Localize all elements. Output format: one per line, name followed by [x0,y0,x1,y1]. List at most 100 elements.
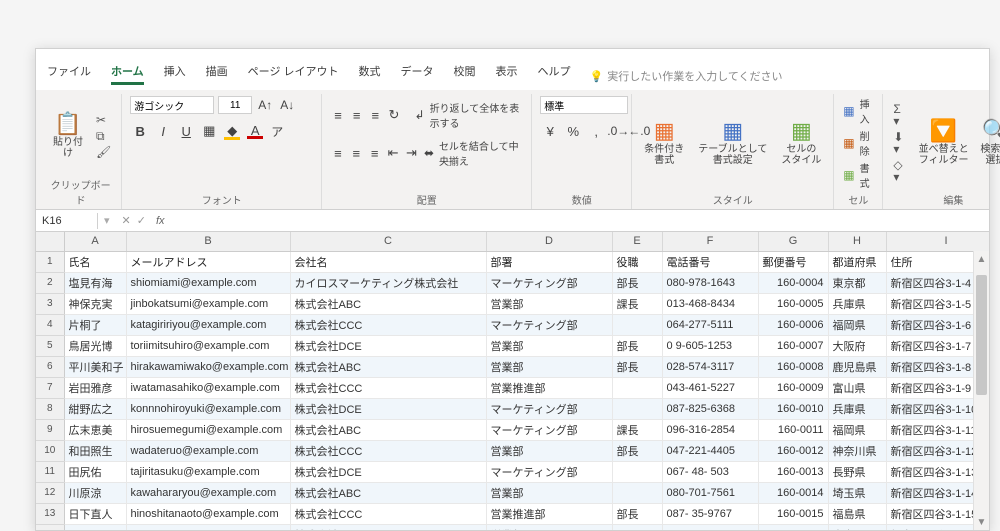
bold-button[interactable]: B [130,122,150,140]
decrease-indent-icon[interactable]: ⇤ [385,144,400,162]
cell[interactable]: 片桐了 [64,314,126,335]
cell[interactable]: hinoshitanaoto@example.com [126,503,290,524]
align-top-icon[interactable]: ≡ [330,106,346,124]
cell[interactable]: 広末恵美 [64,419,126,440]
fill-color-button[interactable]: ◆ [222,122,242,140]
copy-button[interactable]: ⧉ [94,129,113,143]
cell[interactable]: 043-461-5227 [662,377,758,398]
cell[interactable]: 株式会社ABC [290,419,486,440]
cell[interactable]: 電話番号 [662,251,758,272]
cell[interactable]: 営業部 [486,293,612,314]
cell[interactable]: hirosuemegumi@example.com [126,419,290,440]
cell[interactable] [612,482,662,503]
tab-data[interactable]: データ [398,59,437,90]
col-header-D[interactable]: D [486,232,612,251]
cell[interactable]: 課長 [612,293,662,314]
cell[interactable]: toriimitsuhiro@example.com [126,335,290,356]
cell[interactable]: 塩見有海 [64,272,126,293]
row-header[interactable]: 2 [36,272,64,293]
cell[interactable]: 160-0006 [758,314,828,335]
grid-area[interactable]: A B C D E F G H I J 1 氏名 メールアドレス 会社名 部署 … [36,232,989,530]
cell[interactable]: 0 9-605-1253 [662,335,758,356]
row-header[interactable]: 13 [36,503,64,524]
cell[interactable]: 067- 48- 503 [662,461,758,482]
cell[interactable]: 福島県 [828,503,886,524]
col-header-A[interactable]: A [64,232,126,251]
cell[interactable]: 株式会社DCE [290,524,486,530]
paste-button[interactable]: 📋 貼り付け [48,111,88,161]
row-header[interactable]: 14 [36,524,64,530]
cell[interactable]: 和田照生 [64,440,126,461]
cell[interactable]: 株式会社ABC [290,482,486,503]
cell[interactable] [612,398,662,419]
cell[interactable]: katagiririyou@example.com [126,314,290,335]
cell[interactable]: wadateruo@example.com [126,440,290,461]
cell[interactable]: 160-0011 [758,419,828,440]
cell[interactable]: ishidameibi@example.com [126,524,290,530]
cell[interactable]: 株式会社CCC [290,503,486,524]
format-cells-button[interactable]: 書式 [860,160,875,190]
cell[interactable]: 都道府県 [828,251,886,272]
name-box-chevron-icon[interactable]: ▾ [98,214,116,227]
cell[interactable]: 部長 [612,440,662,461]
row-header[interactable]: 12 [36,482,64,503]
cell[interactable]: 営業推進部 [486,377,612,398]
cell[interactable]: 160-0010 [758,398,828,419]
cell[interactable]: 株式会社DCE [290,398,486,419]
cell[interactable]: 160-0007 [758,335,828,356]
fx-icon[interactable]: fx [152,215,169,227]
italic-button[interactable]: I [153,122,173,140]
cell[interactable]: 課長 [612,419,662,440]
col-header-G[interactable]: G [758,232,828,251]
cell[interactable]: 石田明日 [64,524,126,530]
cell[interactable]: 160-0014 [758,482,828,503]
cell[interactable]: 160-0016 [758,524,828,530]
name-box[interactable] [36,213,98,229]
scrollbar-thumb[interactable] [976,275,987,395]
tab-review[interactable]: 校閲 [451,59,479,90]
cell[interactable]: マーケティング部 [486,272,612,293]
cell[interactable]: 部署 [486,251,612,272]
col-header-F[interactable]: F [662,232,758,251]
fill-button[interactable]: ⬇ ▾ [891,130,911,156]
scroll-up-icon[interactable]: ▲ [974,251,989,267]
decrease-font-icon[interactable]: A↓ [278,96,296,114]
align-middle-icon[interactable]: ≡ [349,106,365,124]
cell[interactable]: 川原涼 [64,482,126,503]
increase-font-icon[interactable]: A↑ [256,96,274,114]
cell[interactable]: 福岡県 [828,419,886,440]
cell[interactable]: 080-701-7561 [662,482,758,503]
cell[interactable]: 平川美和子 [64,356,126,377]
underline-button[interactable]: U [176,122,196,140]
tell-me-search[interactable]: 💡 実行したい作業を入力してください [588,64,785,90]
orientation-button[interactable]: ↻ [386,106,402,124]
number-format-select[interactable] [540,96,628,114]
tab-home[interactable]: ホーム [108,59,147,90]
increase-decimal-icon[interactable]: .0→ [609,122,627,140]
cell[interactable]: jinbokatsumi@example.com [126,293,290,314]
tab-layout[interactable]: ページ レイアウト [245,59,342,90]
row-header[interactable]: 10 [36,440,64,461]
cell[interactable]: マーケティング部 [486,398,612,419]
cell[interactable]: 富山県 [828,377,886,398]
cell[interactable]: 鳥居光博 [64,335,126,356]
cell[interactable]: 兵庫県 [828,398,886,419]
row-header[interactable]: 9 [36,419,64,440]
cell[interactable]: 東京都 [828,524,886,530]
cell[interactable]: 株式会社DCE [290,461,486,482]
cell[interactable]: 営業部 [486,524,612,530]
cell[interactable]: 096-316-2854 [662,419,758,440]
cell[interactable]: 株式会社CCC [290,314,486,335]
cell[interactable]: 株式会社CCC [290,440,486,461]
row-header[interactable]: 7 [36,377,64,398]
cell[interactable]: iwatamasahiko@example.com [126,377,290,398]
cell[interactable]: 大阪府 [828,335,886,356]
cell[interactable]: 神奈川県 [828,440,886,461]
insert-cells-button[interactable]: 挿入 [860,96,875,126]
cell[interactable]: 株式会社DCE [290,335,486,356]
cell[interactable]: マーケティング部 [486,461,612,482]
cell[interactable]: 鹿児島県 [828,356,886,377]
border-button[interactable]: ▦ [199,122,219,140]
row-header[interactable]: 11 [36,461,64,482]
sort-filter-button[interactable]: 🔽 並べ替えと フィルター [918,118,970,168]
